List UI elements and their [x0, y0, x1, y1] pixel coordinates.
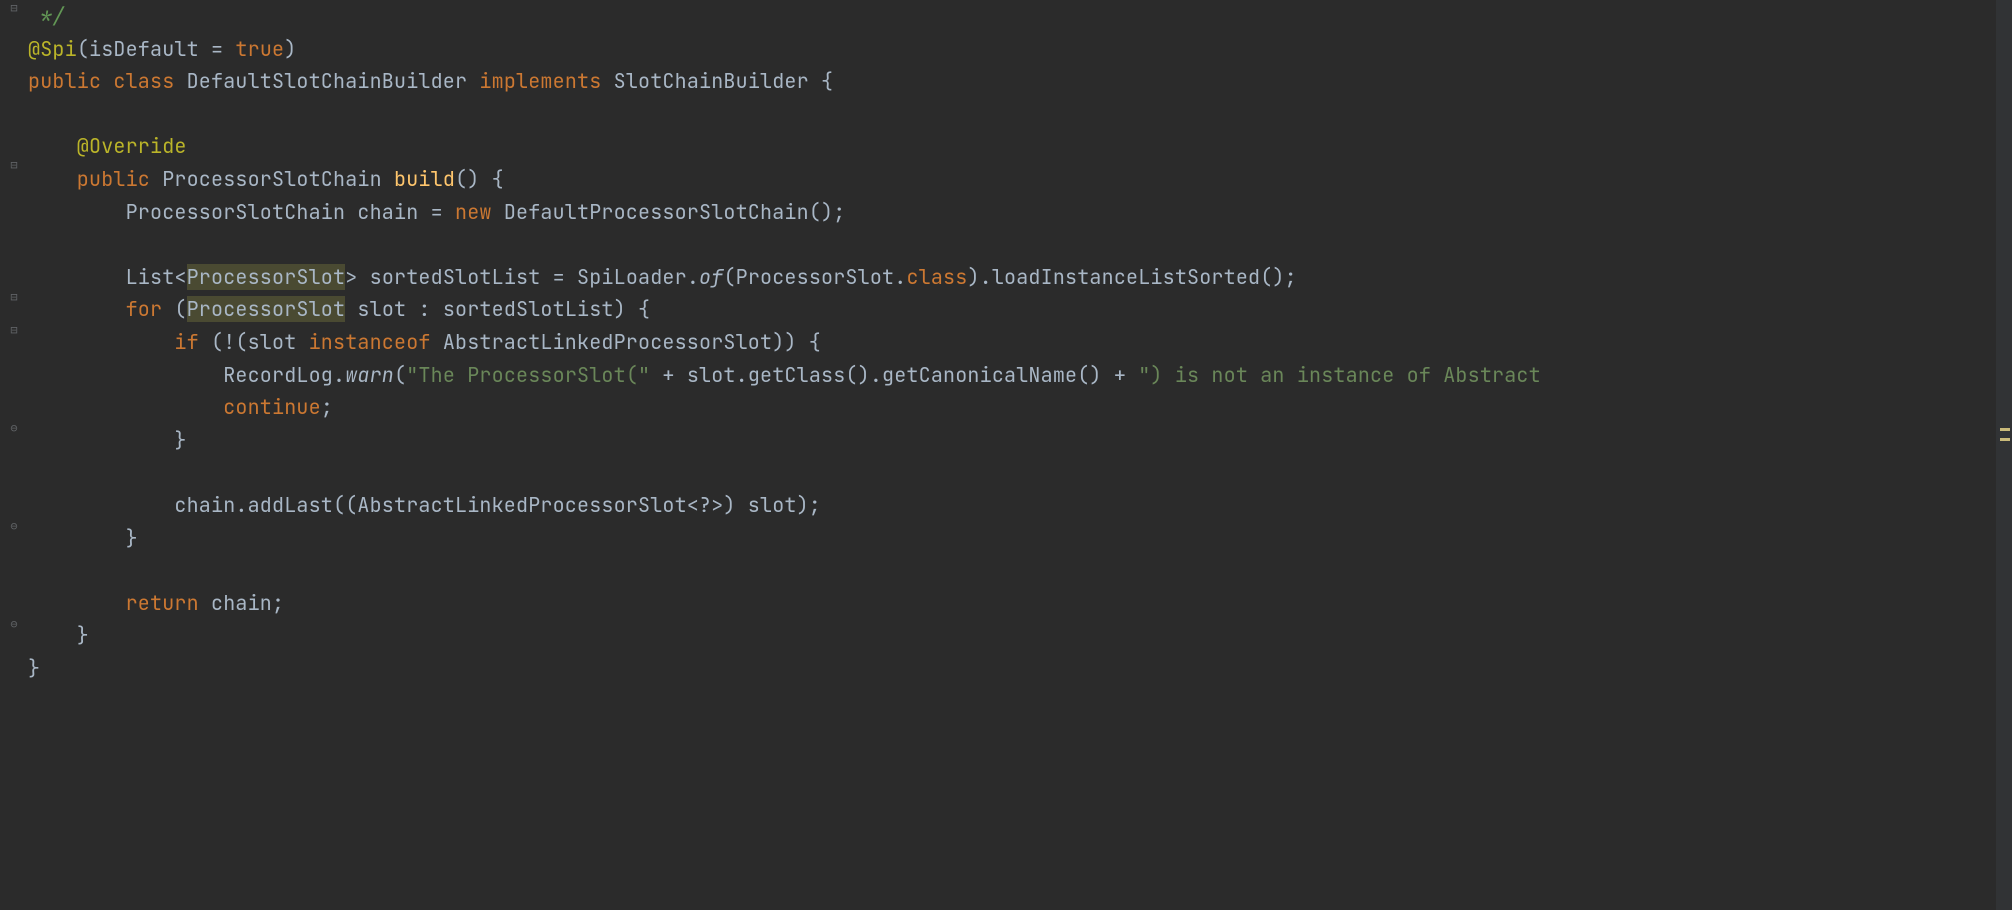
code-token: SlotChainBuilder { [614, 68, 834, 94]
code-token: + slot.getClass().getCanonicalName() + [650, 362, 1138, 388]
code-token: return [28, 590, 211, 616]
code-token: public class [28, 68, 187, 94]
code-token: RecordLog. [28, 362, 345, 388]
code-token: AbstractLinkedProcessorSlot)) { [443, 329, 821, 355]
code-token-highlighted: ProcessorSlot [187, 264, 346, 290]
code-token: ProcessorSlotChain [162, 166, 394, 192]
code-token: DefaultProcessorSlotChain(); [504, 199, 846, 225]
code-token: } [28, 622, 89, 648]
code-token: } [28, 655, 40, 681]
code-token: */ [28, 3, 65, 29]
code-token: if [28, 329, 211, 355]
code-token: (isDefault = [77, 36, 236, 62]
code-token: true [235, 36, 284, 62]
scrollbar-strip[interactable] [1996, 0, 2012, 910]
code-token: class [906, 264, 967, 290]
fold-start-icon[interactable]: ⊟ [8, 324, 20, 336]
code-token: "The ProcessorSlot(" [406, 362, 650, 388]
error-marker[interactable] [2000, 428, 2010, 431]
code-token: } [28, 427, 187, 453]
code-token: implements [479, 68, 613, 94]
fold-end-icon[interactable]: ⊖ [8, 520, 20, 532]
fold-end-icon[interactable]: ⊖ [8, 422, 20, 434]
code-token: ProcessorSlotChain chain = [28, 199, 455, 225]
code-token: chain.addLast((AbstractLinkedProcessorSl… [28, 492, 821, 518]
code-token: slot : sortedSlotList) { [345, 296, 650, 322]
code-token-highlighted: ProcessorSlot [187, 296, 346, 322]
code-token: ; [321, 394, 333, 420]
code-token: } [28, 525, 138, 551]
code-area[interactable]: */ @Spi(isDefault = true) public class D… [28, 0, 1996, 910]
code-token: @Override [28, 133, 187, 159]
code-token: ).loadInstanceListSorted(); [967, 264, 1296, 290]
fold-end-icon[interactable]: ⊟ [8, 2, 20, 14]
code-token: public [28, 166, 162, 192]
code-token: () { [455, 166, 504, 192]
code-editor[interactable]: ⊟ ⊟ ⊟ ⊟ ⊖ ⊖ ⊖ */ @Spi(isDefault = true) … [0, 0, 2012, 910]
code-token: warn [345, 362, 394, 388]
fold-start-icon[interactable]: ⊟ [8, 159, 20, 171]
code-token: > sortedSlotList = SpiLoader. [345, 264, 699, 290]
code-token: ) [284, 36, 296, 62]
gutter: ⊟ ⊟ ⊟ ⊟ ⊖ ⊖ ⊖ [0, 0, 28, 910]
code-token: continue [28, 394, 321, 420]
fold-start-icon[interactable]: ⊟ [8, 291, 20, 303]
error-marker[interactable] [2000, 438, 2010, 441]
code-token: of [699, 264, 723, 290]
fold-end-icon[interactable]: ⊖ [8, 618, 20, 630]
code-token: ( [394, 362, 406, 388]
code-token: ( [174, 296, 186, 322]
code-token: DefaultSlotChainBuilder [187, 68, 480, 94]
code-token: (!(slot [211, 329, 309, 355]
code-token: List< [28, 264, 187, 290]
code-token: new [455, 199, 504, 225]
code-token: chain; [211, 590, 284, 616]
code-token: for [28, 296, 174, 322]
code-token: build [394, 166, 455, 192]
code-token: @Spi [28, 36, 77, 62]
code-token: (ProcessorSlot. [723, 264, 906, 290]
code-token: instanceof [309, 329, 443, 355]
code-token: ") is not an instance of Abstract [1138, 362, 1541, 388]
